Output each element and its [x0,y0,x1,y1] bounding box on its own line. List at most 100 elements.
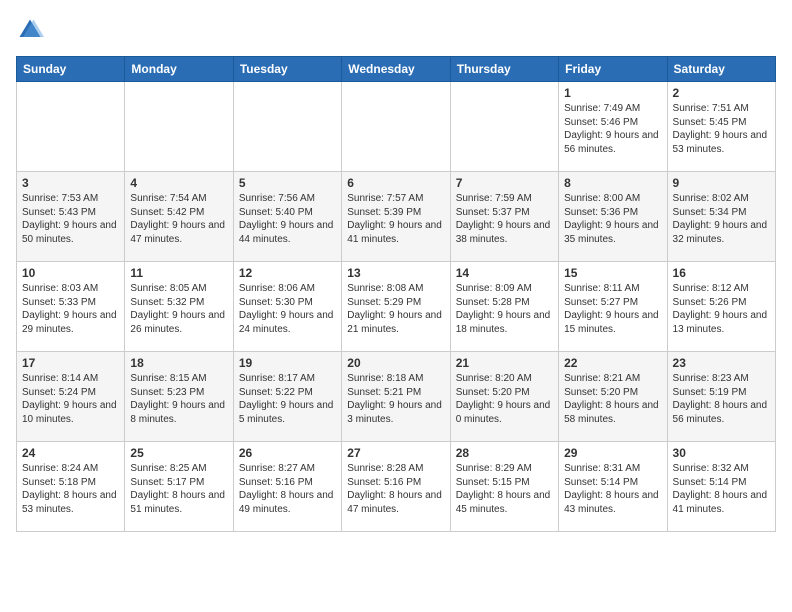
calendar-week-3: 10 Sunrise: 8:03 AMSunset: 5:33 PMDaylig… [17,262,776,352]
day-info: Sunrise: 8:00 AMSunset: 5:36 PMDaylight:… [564,192,661,246]
calendar-cell: 15 Sunrise: 8:11 AMSunset: 5:27 PMDaylig… [559,262,667,352]
calendar-cell [342,82,450,172]
calendar-cell [233,82,341,172]
page-header [16,16,776,44]
weekday-header-wednesday: Wednesday [342,57,450,82]
day-number: 8 [564,176,661,190]
day-number: 27 [347,446,444,460]
calendar-cell: 25 Sunrise: 8:25 AMSunset: 5:17 PMDaylig… [125,442,233,532]
day-info: Sunrise: 8:27 AMSunset: 5:16 PMDaylight:… [239,462,336,516]
day-info: Sunrise: 8:31 AMSunset: 5:14 PMDaylight:… [564,462,661,516]
day-number: 5 [239,176,336,190]
day-info: Sunrise: 8:12 AMSunset: 5:26 PMDaylight:… [673,282,770,336]
day-info: Sunrise: 7:53 AMSunset: 5:43 PMDaylight:… [22,192,119,246]
calendar-body: 1 Sunrise: 7:49 AMSunset: 5:46 PMDayligh… [17,82,776,532]
calendar-week-2: 3 Sunrise: 7:53 AMSunset: 5:43 PMDayligh… [17,172,776,262]
day-info: Sunrise: 8:15 AMSunset: 5:23 PMDaylight:… [130,372,227,426]
calendar-table: SundayMondayTuesdayWednesdayThursdayFrid… [16,56,776,532]
day-info: Sunrise: 8:32 AMSunset: 5:14 PMDaylight:… [673,462,770,516]
day-info: Sunrise: 8:06 AMSunset: 5:30 PMDaylight:… [239,282,336,336]
day-info: Sunrise: 7:49 AMSunset: 5:46 PMDaylight:… [564,102,661,156]
day-info: Sunrise: 8:02 AMSunset: 5:34 PMDaylight:… [673,192,770,246]
day-info: Sunrise: 8:24 AMSunset: 5:18 PMDaylight:… [22,462,119,516]
weekday-header-thursday: Thursday [450,57,558,82]
day-number: 28 [456,446,553,460]
calendar-cell: 11 Sunrise: 8:05 AMSunset: 5:32 PMDaylig… [125,262,233,352]
calendar-cell: 10 Sunrise: 8:03 AMSunset: 5:33 PMDaylig… [17,262,125,352]
day-info: Sunrise: 7:57 AMSunset: 5:39 PMDaylight:… [347,192,444,246]
day-number: 24 [22,446,119,460]
calendar-cell: 13 Sunrise: 8:08 AMSunset: 5:29 PMDaylig… [342,262,450,352]
day-number: 12 [239,266,336,280]
logo-icon [16,16,44,44]
calendar-week-5: 24 Sunrise: 8:24 AMSunset: 5:18 PMDaylig… [17,442,776,532]
day-number: 14 [456,266,553,280]
calendar-cell: 8 Sunrise: 8:00 AMSunset: 5:36 PMDayligh… [559,172,667,262]
day-info: Sunrise: 7:54 AMSunset: 5:42 PMDaylight:… [130,192,227,246]
calendar-cell [17,82,125,172]
day-info: Sunrise: 7:59 AMSunset: 5:37 PMDaylight:… [456,192,553,246]
day-info: Sunrise: 7:51 AMSunset: 5:45 PMDaylight:… [673,102,770,156]
day-info: Sunrise: 8:29 AMSunset: 5:15 PMDaylight:… [456,462,553,516]
day-number: 21 [456,356,553,370]
day-number: 7 [456,176,553,190]
day-number: 3 [22,176,119,190]
day-info: Sunrise: 7:56 AMSunset: 5:40 PMDaylight:… [239,192,336,246]
day-number: 23 [673,356,770,370]
calendar-cell: 2 Sunrise: 7:51 AMSunset: 5:45 PMDayligh… [667,82,775,172]
day-number: 4 [130,176,227,190]
weekday-header-saturday: Saturday [667,57,775,82]
day-info: Sunrise: 8:11 AMSunset: 5:27 PMDaylight:… [564,282,661,336]
calendar-cell: 6 Sunrise: 7:57 AMSunset: 5:39 PMDayligh… [342,172,450,262]
calendar-cell: 14 Sunrise: 8:09 AMSunset: 5:28 PMDaylig… [450,262,558,352]
day-number: 13 [347,266,444,280]
day-number: 19 [239,356,336,370]
day-number: 9 [673,176,770,190]
day-number: 6 [347,176,444,190]
day-info: Sunrise: 8:14 AMSunset: 5:24 PMDaylight:… [22,372,119,426]
calendar-cell: 16 Sunrise: 8:12 AMSunset: 5:26 PMDaylig… [667,262,775,352]
day-info: Sunrise: 8:03 AMSunset: 5:33 PMDaylight:… [22,282,119,336]
calendar-cell: 1 Sunrise: 7:49 AMSunset: 5:46 PMDayligh… [559,82,667,172]
day-number: 22 [564,356,661,370]
calendar-cell: 4 Sunrise: 7:54 AMSunset: 5:42 PMDayligh… [125,172,233,262]
day-number: 25 [130,446,227,460]
day-info: Sunrise: 8:09 AMSunset: 5:28 PMDaylight:… [456,282,553,336]
weekday-header-tuesday: Tuesday [233,57,341,82]
day-number: 1 [564,86,661,100]
calendar-cell: 17 Sunrise: 8:14 AMSunset: 5:24 PMDaylig… [17,352,125,442]
calendar-header: SundayMondayTuesdayWednesdayThursdayFrid… [17,57,776,82]
calendar-cell: 21 Sunrise: 8:20 AMSunset: 5:20 PMDaylig… [450,352,558,442]
calendar-week-1: 1 Sunrise: 7:49 AMSunset: 5:46 PMDayligh… [17,82,776,172]
day-number: 26 [239,446,336,460]
calendar-cell: 27 Sunrise: 8:28 AMSunset: 5:16 PMDaylig… [342,442,450,532]
day-info: Sunrise: 8:28 AMSunset: 5:16 PMDaylight:… [347,462,444,516]
calendar-cell: 26 Sunrise: 8:27 AMSunset: 5:16 PMDaylig… [233,442,341,532]
calendar-cell: 12 Sunrise: 8:06 AMSunset: 5:30 PMDaylig… [233,262,341,352]
day-info: Sunrise: 8:18 AMSunset: 5:21 PMDaylight:… [347,372,444,426]
calendar-cell: 22 Sunrise: 8:21 AMSunset: 5:20 PMDaylig… [559,352,667,442]
day-number: 2 [673,86,770,100]
day-number: 29 [564,446,661,460]
weekday-row: SundayMondayTuesdayWednesdayThursdayFrid… [17,57,776,82]
calendar-week-4: 17 Sunrise: 8:14 AMSunset: 5:24 PMDaylig… [17,352,776,442]
day-number: 20 [347,356,444,370]
calendar-cell: 20 Sunrise: 8:18 AMSunset: 5:21 PMDaylig… [342,352,450,442]
calendar-cell: 23 Sunrise: 8:23 AMSunset: 5:19 PMDaylig… [667,352,775,442]
day-number: 17 [22,356,119,370]
weekday-header-friday: Friday [559,57,667,82]
day-info: Sunrise: 8:23 AMSunset: 5:19 PMDaylight:… [673,372,770,426]
calendar-cell: 9 Sunrise: 8:02 AMSunset: 5:34 PMDayligh… [667,172,775,262]
day-info: Sunrise: 8:25 AMSunset: 5:17 PMDaylight:… [130,462,227,516]
calendar-cell [125,82,233,172]
calendar-cell: 24 Sunrise: 8:24 AMSunset: 5:18 PMDaylig… [17,442,125,532]
day-info: Sunrise: 8:17 AMSunset: 5:22 PMDaylight:… [239,372,336,426]
calendar-cell [450,82,558,172]
calendar-cell: 29 Sunrise: 8:31 AMSunset: 5:14 PMDaylig… [559,442,667,532]
weekday-header-sunday: Sunday [17,57,125,82]
day-info: Sunrise: 8:08 AMSunset: 5:29 PMDaylight:… [347,282,444,336]
day-info: Sunrise: 8:05 AMSunset: 5:32 PMDaylight:… [130,282,227,336]
day-number: 11 [130,266,227,280]
calendar-cell: 28 Sunrise: 8:29 AMSunset: 5:15 PMDaylig… [450,442,558,532]
calendar-cell: 30 Sunrise: 8:32 AMSunset: 5:14 PMDaylig… [667,442,775,532]
